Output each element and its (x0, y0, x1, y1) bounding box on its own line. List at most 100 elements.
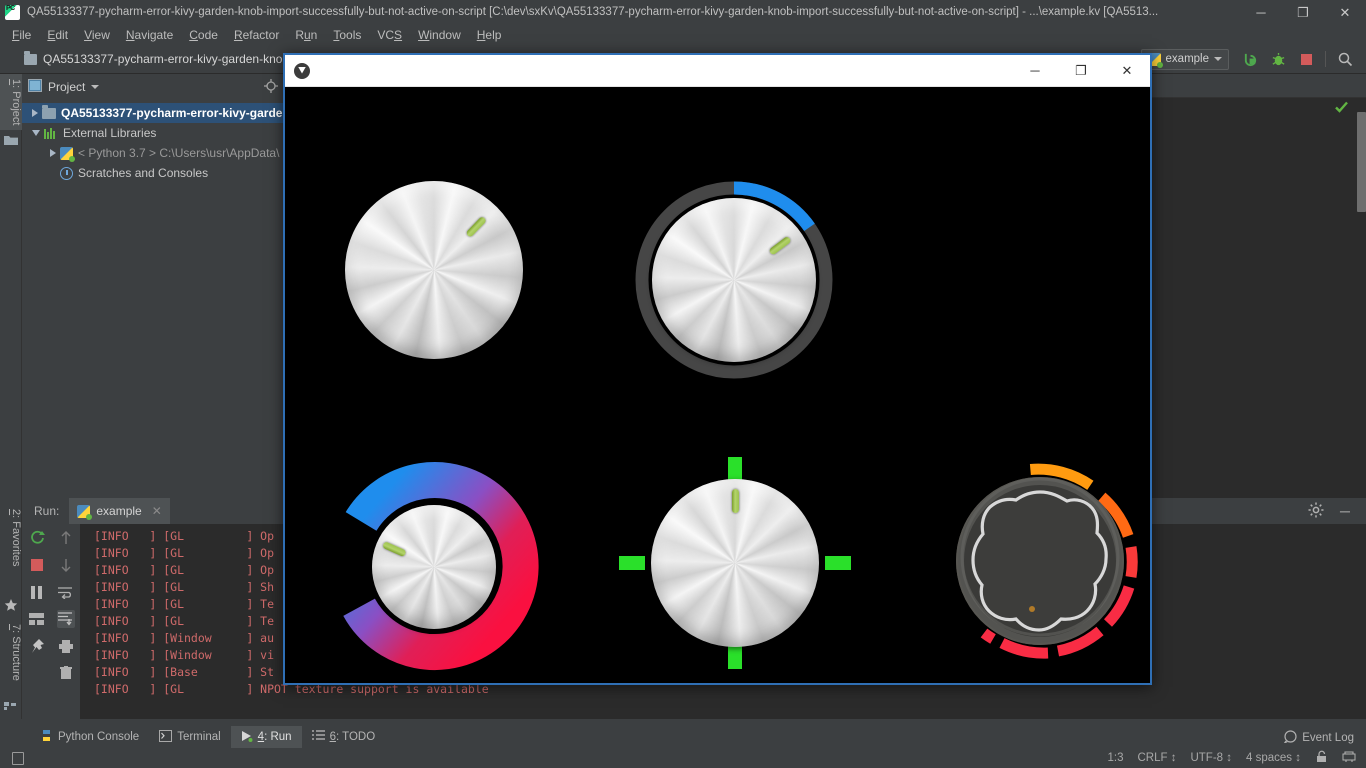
minimize-button[interactable]: ─ (1240, 0, 1282, 24)
menu-navigate[interactable]: Navigate (118, 27, 181, 43)
sidebar-item-favorites[interactable]: 2: Favorites (0, 504, 22, 571)
chevron-right-icon[interactable] (50, 149, 56, 157)
status-bar: 1:3 CRLF ↕ UTF-8 ↕ 4 spaces ↕ (0, 748, 1366, 768)
branch-icon[interactable] (1342, 750, 1356, 766)
star-icon (4, 598, 18, 612)
toolbar-divider (1325, 51, 1326, 67)
status-bar-right: 1:3 CRLF ↕ UTF-8 ↕ 4 spaces ↕ (1107, 750, 1366, 766)
menu-file[interactable]: File (4, 27, 39, 43)
python-console-icon (40, 729, 53, 745)
kivy-maximize-button[interactable]: ❐ (1058, 55, 1104, 87)
close-button[interactable]: ✕ (1324, 0, 1366, 24)
knob-indicator (731, 489, 739, 513)
knob-indicator (1029, 606, 1035, 612)
event-log-icon (1283, 730, 1297, 746)
tree-row[interactable]: QA55133377-pycharm-error-kivy-garde (22, 103, 284, 123)
dark-scalloped-knob[interactable] (940, 461, 1140, 665)
soft-wrap-icon[interactable] (57, 583, 75, 601)
kivy-titlebar: ─ ❐ ✕ (285, 55, 1150, 87)
tick-east-icon (825, 556, 851, 570)
pause-icon[interactable] (28, 583, 46, 601)
tab-terminal[interactable]: Terminal (149, 726, 230, 748)
search-icon[interactable] (1332, 46, 1358, 72)
chevron-down-icon[interactable] (91, 85, 100, 89)
run-tab-example[interactable]: example ✕ (69, 498, 170, 524)
menu-help[interactable]: Help (469, 27, 510, 43)
knob-face[interactable] (345, 181, 523, 359)
event-log-button[interactable]: Event Log (1283, 730, 1354, 746)
knob-segments (956, 463, 1138, 659)
chevron-down-icon (1214, 57, 1222, 61)
menu-run[interactable]: Run (287, 27, 325, 43)
locate-icon[interactable] (264, 78, 278, 96)
maximize-button[interactable]: ❐ (1282, 0, 1324, 24)
tree-row[interactable]: Scratches and Consoles (22, 163, 284, 183)
tree-row[interactable]: External Libraries (22, 123, 284, 143)
chevron-down-icon[interactable] (32, 130, 40, 136)
project-folder-icon (4, 134, 18, 148)
run-icon[interactable] (1237, 46, 1263, 72)
run-sidebar-col1 (22, 524, 51, 719)
breadcrumb[interactable]: QA55133377-pycharm-error-kivy-garden-kno (43, 52, 282, 66)
file-encoding[interactable]: UTF-8 ↕ (1190, 752, 1232, 764)
indent-setting[interactable]: 4 spaces ↕ (1246, 752, 1301, 764)
scroll-down-icon[interactable] (57, 556, 75, 574)
stop-icon[interactable] (1293, 46, 1319, 72)
line-separator[interactable]: CRLF ↕ (1137, 752, 1176, 764)
tree-row[interactable]: < Python 3.7 > C:\Users\usr\AppData\ (22, 143, 284, 163)
hide-tool-window-button[interactable]: ─ (1336, 502, 1354, 520)
blue-arc-knob[interactable] (635, 181, 833, 379)
structure-icon (4, 700, 18, 714)
bottom-tool-tabs: Python Console Terminal 4: Run 6: TODO (0, 726, 1366, 748)
tab-label: 4: Run (257, 731, 292, 743)
clear-all-icon[interactable] (57, 664, 75, 682)
kivy-close-button[interactable]: ✕ (1104, 55, 1150, 87)
tree-item-label: Scratches and Consoles (78, 166, 209, 180)
knob-face[interactable] (372, 505, 496, 629)
project-panel-title: Project (48, 80, 86, 94)
chevron-right-icon[interactable] (32, 109, 38, 117)
lock-icon[interactable] (1315, 750, 1328, 766)
scalloped-plate (971, 490, 1108, 632)
pin-icon[interactable] (28, 637, 46, 655)
menu-refactor[interactable]: Refactor (226, 27, 287, 43)
caret-position[interactable]: 1:3 (1107, 752, 1123, 764)
editor-scrollbar[interactable] (1357, 112, 1366, 212)
sidebar-item-project[interactable]: 1: Project (0, 74, 22, 131)
print-icon[interactable] (57, 637, 75, 655)
menubar: File Edit View Navigate Code Refactor Ru… (0, 24, 1366, 45)
menu-view[interactable]: View (76, 27, 118, 43)
project-panel-header: Project (22, 74, 284, 100)
knob-face[interactable] (652, 198, 816, 362)
stop-icon[interactable] (28, 556, 46, 574)
kivy-canvas[interactable] (285, 87, 1150, 683)
tab-todo[interactable]: 6: TODO (302, 726, 386, 748)
kivy-app-window[interactable]: ─ ❐ ✕ (283, 53, 1152, 685)
gradient-arc-knob[interactable] (330, 462, 539, 671)
scroll-to-end-icon[interactable] (56, 610, 75, 628)
toggle-toolwindows-icon[interactable] (12, 751, 24, 765)
tab-python-console[interactable]: Python Console (30, 726, 149, 748)
rerun-icon[interactable] (28, 529, 46, 547)
menu-window[interactable]: Window (410, 27, 469, 43)
close-icon[interactable]: ✕ (152, 504, 162, 518)
run-configuration-selector[interactable]: example (1140, 48, 1229, 70)
sidebar-item-structure[interactable]: 7: Structure (0, 619, 22, 686)
tab-run[interactable]: 4: Run (230, 726, 302, 748)
run-tab-label: example (96, 504, 142, 518)
inspection-ok-icon[interactable] (1335, 101, 1348, 114)
plain-knob[interactable] (345, 181, 523, 359)
left-tool-strip: 1: Project 2: Favorites 7: Structure (0, 74, 22, 719)
menu-vcs[interactable]: VCS (369, 27, 410, 43)
menu-tools[interactable]: Tools (325, 27, 369, 43)
folder-icon (24, 50, 37, 65)
debug-icon[interactable] (1265, 46, 1291, 72)
menu-edit[interactable]: Edit (39, 27, 76, 43)
kivy-minimize-button[interactable]: ─ (1012, 55, 1058, 87)
tickmarks-knob[interactable] (619, 457, 851, 669)
todo-icon (311, 730, 325, 744)
menu-code[interactable]: Code (181, 27, 226, 43)
layout-icon[interactable] (28, 610, 46, 628)
settings-icon[interactable] (1308, 502, 1326, 520)
scroll-up-icon[interactable] (57, 529, 75, 547)
